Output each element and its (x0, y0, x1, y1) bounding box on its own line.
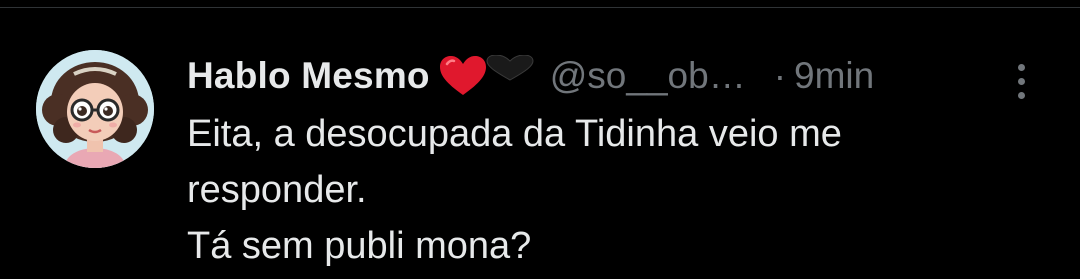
red-heart-icon (439, 56, 486, 95)
more-vertical-icon[interactable] (1012, 64, 1032, 104)
black-heart-icon (486, 55, 534, 81)
tweet[interactable]: Hablo Mesmo @so__ob… · 9min Eita, a deso… (0, 8, 1080, 279)
name-emojis (438, 55, 536, 97)
tweet-content: Hablo Mesmo @so__ob… · 9min Eita, a deso… (187, 48, 1037, 274)
tweet-text-line: responder. (187, 169, 367, 211)
separator-dot: · (773, 55, 787, 96)
display-name[interactable]: Hablo Mesmo (187, 55, 430, 97)
timestamp[interactable]: 9min (794, 55, 874, 97)
user-handle[interactable]: @so__ob… (550, 55, 746, 97)
cartoon-girl-avatar-icon (36, 50, 154, 168)
tweet-text-line: Tá sem publi mona? (187, 225, 532, 267)
tweet-header: Hablo Mesmo @so__ob… · 9min (187, 48, 1037, 104)
avatar[interactable] (36, 50, 154, 168)
tweet-text-line: Eita, a desocupada da Tidinha veio me (187, 113, 842, 155)
tweet-text: Eita, a desocupada da Tidinha veio me re… (187, 106, 1037, 274)
